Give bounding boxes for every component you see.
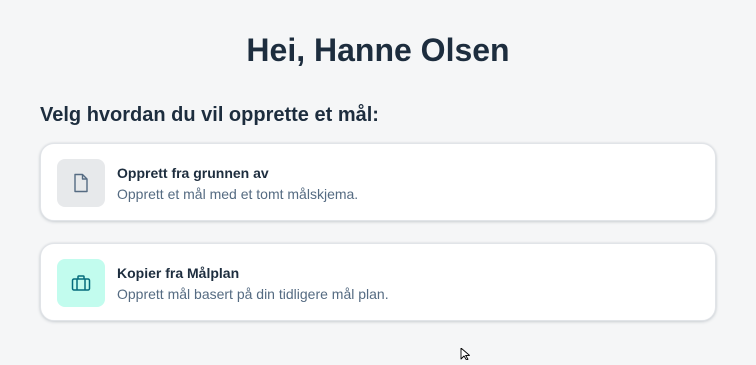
card-description: Opprett mål basert på din tidligere mål … xyxy=(117,286,389,302)
mouse-cursor-icon xyxy=(460,347,472,365)
card-description: Opprett et mål med et tomt målskjema. xyxy=(117,186,359,202)
card-title: Kopier fra Målplan xyxy=(117,265,240,281)
card-title: Opprett fra grunnen av xyxy=(117,165,269,181)
document-icon xyxy=(57,159,105,207)
page-title: Hei, Hanne Olsen xyxy=(246,32,510,68)
briefcase-icon xyxy=(57,259,105,307)
create-from-scratch-card[interactable]: Opprett fra grunnen av Opprett et mål me… xyxy=(40,143,716,221)
copy-from-goal-plan-card[interactable]: Kopier fra Målplan Opprett mål basert på… xyxy=(40,243,716,321)
section-heading: Velg hvordan du vil opprette et mål: xyxy=(40,104,379,126)
